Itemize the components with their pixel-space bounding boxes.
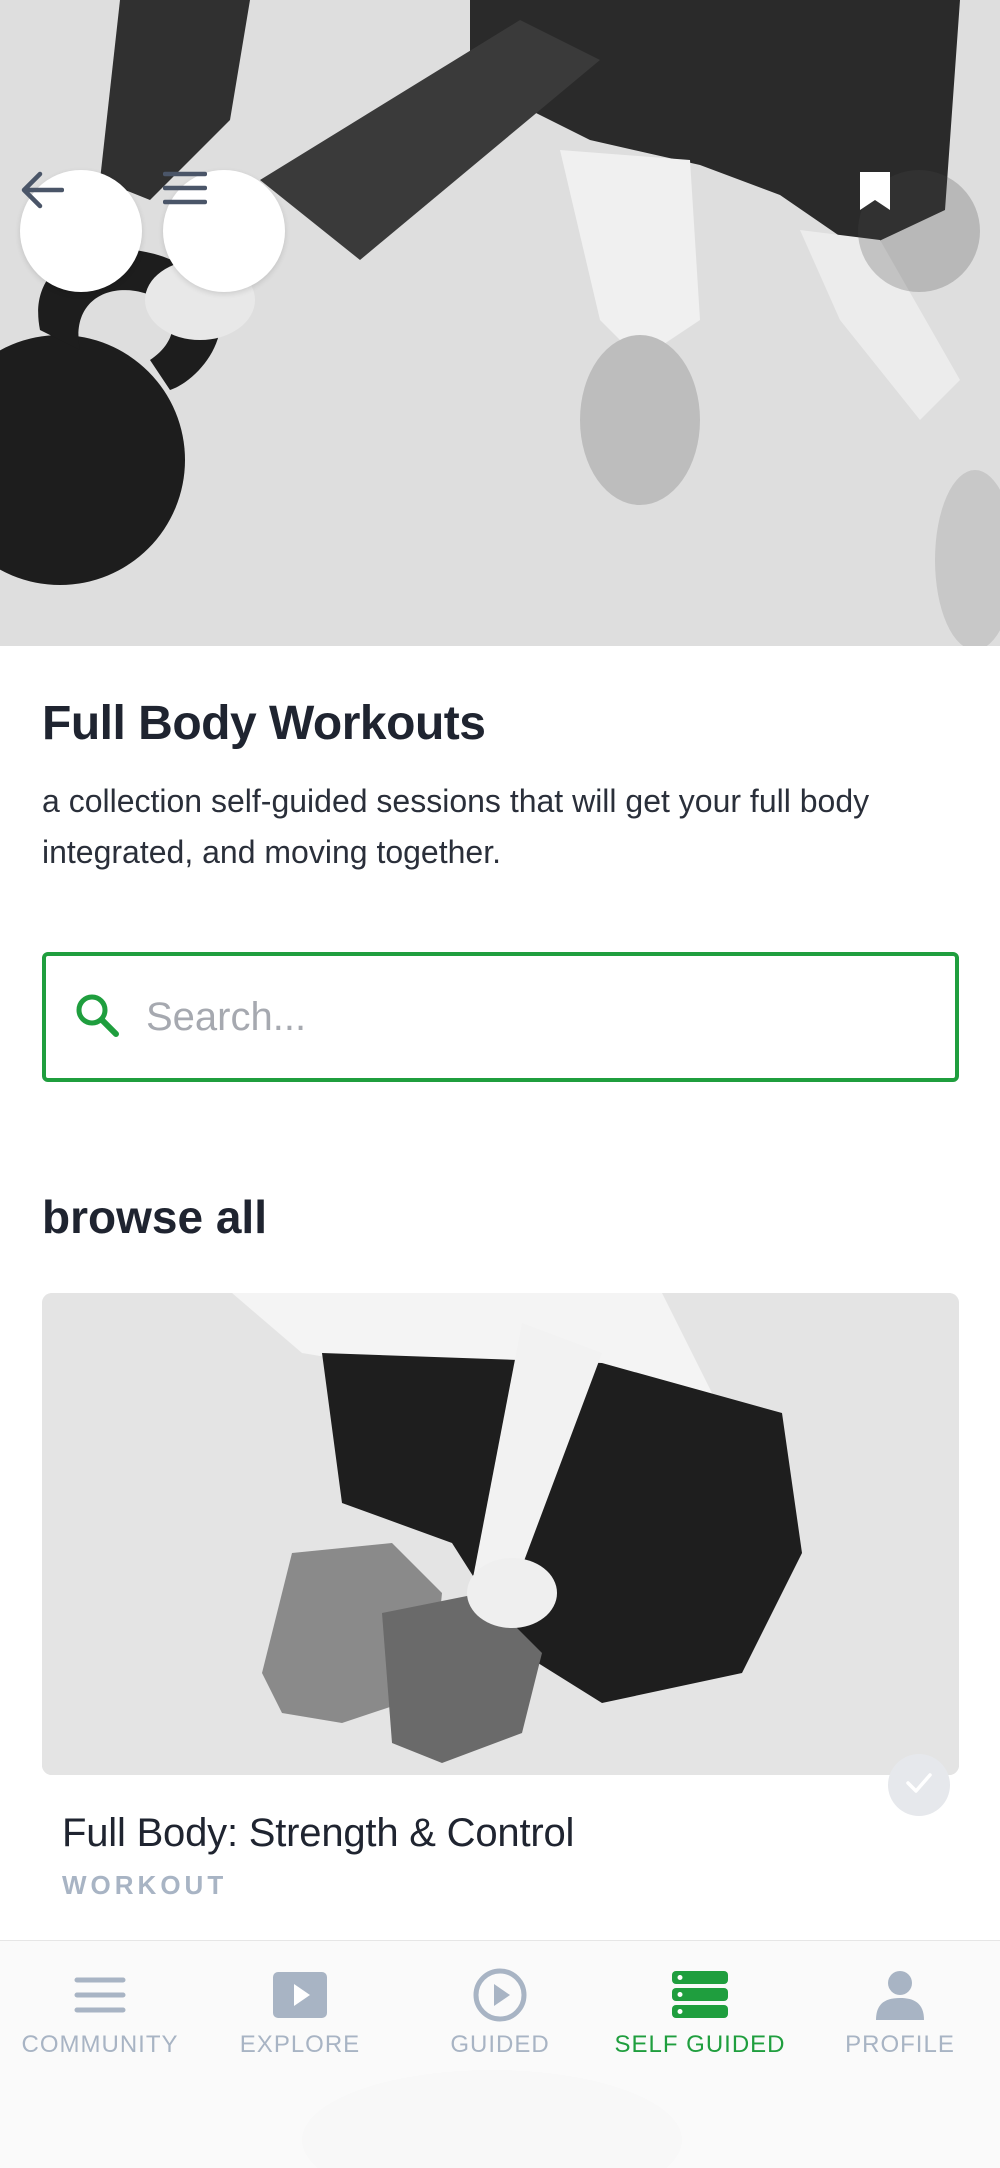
tab-self-guided-label: SELF GUIDED — [614, 2031, 786, 2058]
tab-profile[interactable]: PROFILE — [800, 1941, 1000, 2081]
tab-self-guided[interactable]: SELF GUIDED — [600, 1941, 800, 2081]
search-icon — [74, 992, 120, 1043]
tab-guided-label: GUIDED — [450, 2031, 550, 2058]
hero-photo — [0, 0, 1000, 646]
tab-profile-label: PROFILE — [845, 2031, 955, 2058]
stacked-rows-icon — [672, 1967, 728, 2023]
play-circle-icon — [472, 1967, 528, 2023]
play-square-icon — [273, 1967, 327, 2023]
back-button[interactable] — [20, 170, 142, 292]
search-input[interactable] — [146, 994, 906, 1040]
tab-explore-label: EXPLORE — [239, 2031, 361, 2058]
person-icon — [876, 1967, 924, 2023]
tab-community-label: COMMUNITY — [21, 2031, 179, 2058]
bottom-tab-bar: COMMUNITY EXPLORE GUIDED SELF GUIDED PRO… — [0, 1940, 1000, 2168]
menu-button[interactable] — [163, 170, 285, 292]
list-icon — [74, 1967, 126, 2023]
hero-image — [0, 0, 1000, 646]
workout-title: Full Body: Strength & Control — [62, 1811, 575, 1855]
bookmark-button[interactable] — [858, 170, 980, 292]
workout-thumbnail — [42, 1293, 959, 1775]
completed-badge — [888, 1754, 950, 1816]
check-icon — [905, 1772, 933, 1799]
page-description: a collection self-guided sessions that w… — [42, 783, 870, 870]
section-heading: browse all — [42, 1191, 267, 1243]
workout-card[interactable]: Full Body: Strength & Control WORKOUT — [42, 1293, 959, 1933]
tab-explore[interactable]: EXPLORE — [200, 1941, 400, 2081]
tab-guided[interactable]: GUIDED — [400, 1941, 600, 2081]
workout-type-label: WORKOUT — [62, 1870, 228, 1900]
search-box[interactable] — [42, 952, 959, 1082]
tab-community[interactable]: COMMUNITY — [0, 1941, 200, 2081]
page-title: Full Body Workouts — [42, 697, 486, 750]
